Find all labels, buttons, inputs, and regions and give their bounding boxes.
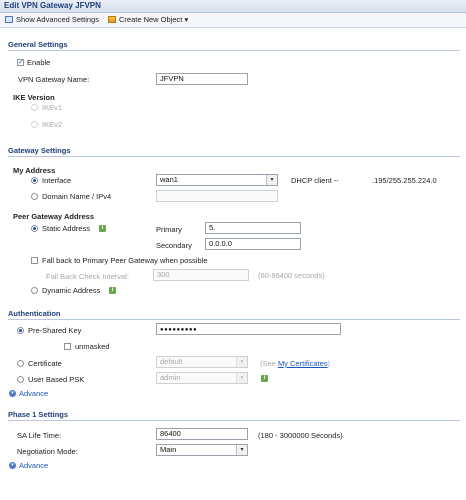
section-divider bbox=[8, 156, 460, 157]
new-object-icon bbox=[108, 16, 116, 23]
primary-label: Primary bbox=[156, 225, 182, 234]
see-label: (See My Certificates) bbox=[260, 359, 330, 368]
negotiation-mode-select[interactable]: Main ▾ bbox=[156, 444, 248, 456]
ikev2-label: IKEv2 bbox=[42, 120, 63, 129]
show-advanced-settings-button[interactable]: Show Advanced Settings bbox=[5, 15, 99, 24]
enable-checkbox[interactable]: ✓ bbox=[17, 59, 24, 66]
sa-life-time-range: (180 - 3000000 Seconds) bbox=[258, 431, 343, 440]
gateway-settings-title: Gateway Settings bbox=[8, 146, 71, 155]
fallback-interval-value: 300 bbox=[157, 270, 170, 279]
chevron-down-icon: ▾ bbox=[236, 373, 247, 383]
pre-shared-key-value: ●●●●●●●●● bbox=[160, 327, 198, 333]
ike-version-label: IKE Version bbox=[13, 93, 55, 102]
primary-input[interactable]: 5. bbox=[205, 222, 301, 234]
sa-life-time-value: 86400 bbox=[160, 429, 181, 438]
my-certificates-link[interactable]: My Certificates bbox=[278, 359, 328, 368]
interface-radio[interactable] bbox=[31, 177, 38, 184]
dhcp-client-value: .195/255.255.224.0 bbox=[372, 176, 437, 185]
peer-gateway-address-label: Peer Gateway Address bbox=[13, 212, 95, 221]
section-divider bbox=[8, 319, 460, 320]
certificate-value: default bbox=[160, 357, 183, 366]
certificate-radio[interactable] bbox=[17, 360, 24, 367]
authentication-title: Authentication bbox=[8, 309, 61, 318]
phase1-settings-title: Phase 1 Settings bbox=[8, 410, 69, 419]
chevron-down-icon: ▾ bbox=[236, 445, 247, 455]
pre-shared-key-label: Pre-Shared Key bbox=[28, 326, 82, 335]
dropdown-caret-icon: ▾ bbox=[184, 15, 189, 24]
authentication-advance-link[interactable]: Advance bbox=[19, 389, 48, 398]
section-divider bbox=[8, 50, 460, 51]
vpn-gateway-name-input[interactable]: JFVPN bbox=[156, 73, 248, 85]
interface-label: Interface bbox=[42, 176, 72, 185]
ikev2-radio[interactable] bbox=[31, 121, 38, 128]
show-advanced-label: Show Advanced Settings bbox=[16, 15, 99, 24]
advance-toggle-icon[interactable]: ▾ bbox=[9, 462, 16, 469]
sa-life-time-label: SA Life Time: bbox=[17, 431, 62, 440]
settings-icon bbox=[5, 16, 13, 23]
negotiation-mode-label: Negotiation Mode: bbox=[17, 447, 78, 456]
user-based-psk-value: admin bbox=[160, 373, 181, 382]
dynamic-address-label: Dynamic Address bbox=[42, 286, 101, 295]
pre-shared-key-radio[interactable] bbox=[17, 327, 24, 334]
primary-value: 5. bbox=[209, 223, 216, 232]
fallback-checkbox[interactable] bbox=[31, 257, 38, 264]
domain-name-input[interactable] bbox=[156, 190, 278, 202]
info-icon[interactable]: i bbox=[261, 375, 268, 382]
chevron-down-icon: ▾ bbox=[236, 357, 247, 367]
create-new-object-button[interactable]: Create New Object ▾ bbox=[108, 15, 188, 24]
general-settings-title: General Settings bbox=[8, 40, 68, 49]
enable-label: Enable bbox=[27, 58, 51, 67]
see-close-text: ) bbox=[327, 359, 331, 368]
interface-select[interactable]: wan1 ▾ bbox=[156, 174, 278, 186]
fallback-interval-input[interactable]: 300 bbox=[153, 269, 249, 281]
section-divider bbox=[8, 420, 460, 421]
info-icon[interactable]: i bbox=[109, 287, 116, 294]
sa-life-time-input[interactable]: 86400 bbox=[156, 428, 248, 440]
see-open-text: (See bbox=[260, 359, 276, 368]
vpn-gateway-name-label: VPN Gateway Name: bbox=[18, 75, 90, 84]
vpn-gateway-name-value: JFVPN bbox=[160, 74, 184, 83]
user-based-psk-label: User Based PSK bbox=[28, 375, 85, 384]
fallback-label: Fall back to Primary Peer Gateway when p… bbox=[42, 256, 208, 265]
fallback-interval-range: (60-86400 seconds) bbox=[258, 271, 325, 280]
certificate-select[interactable]: default ▾ bbox=[156, 356, 248, 368]
domain-name-radio[interactable] bbox=[31, 193, 38, 200]
create-new-label: Create New Object bbox=[119, 15, 183, 24]
phase1-advance-link[interactable]: Advance bbox=[19, 461, 48, 470]
secondary-input[interactable]: 0.0.0.0 bbox=[205, 238, 301, 250]
dhcp-client-label: DHCP client -- bbox=[291, 176, 339, 185]
ikev1-label: IKEv1 bbox=[42, 103, 63, 112]
domain-name-label: Domain Name / IPv4 bbox=[42, 192, 112, 201]
chevron-down-icon: ▾ bbox=[266, 175, 277, 185]
negotiation-mode-value: Main bbox=[160, 445, 177, 454]
dialog-title-bar: Edit VPN Gateway JFVPN bbox=[0, 0, 466, 13]
advance-toggle-icon[interactable]: ▾ bbox=[9, 390, 16, 397]
my-address-label: My Address bbox=[13, 166, 56, 175]
secondary-label: Secondary bbox=[156, 241, 192, 250]
ikev1-radio[interactable] bbox=[31, 104, 38, 111]
certificate-label: Certificate bbox=[28, 359, 62, 368]
dialog-title: Edit VPN Gateway JFVPN bbox=[4, 1, 101, 10]
user-based-psk-select[interactable]: admin ▾ bbox=[156, 372, 248, 384]
fallback-interval-label: Fall Back Check Interval: bbox=[46, 272, 129, 281]
static-address-radio[interactable] bbox=[31, 225, 38, 232]
static-address-label: Static Address bbox=[42, 224, 90, 233]
unmasked-label: unmasked bbox=[75, 342, 110, 351]
interface-value: wan1 bbox=[160, 175, 178, 184]
pre-shared-key-input[interactable]: ●●●●●●●●● bbox=[156, 323, 341, 335]
dynamic-address-radio[interactable] bbox=[31, 287, 38, 294]
user-based-psk-radio[interactable] bbox=[17, 376, 24, 383]
secondary-value: 0.0.0.0 bbox=[209, 239, 232, 248]
info-icon[interactable]: i bbox=[99, 225, 106, 232]
toolbar: Show Advanced Settings Create New Object… bbox=[0, 13, 466, 28]
unmasked-checkbox[interactable] bbox=[64, 343, 71, 350]
